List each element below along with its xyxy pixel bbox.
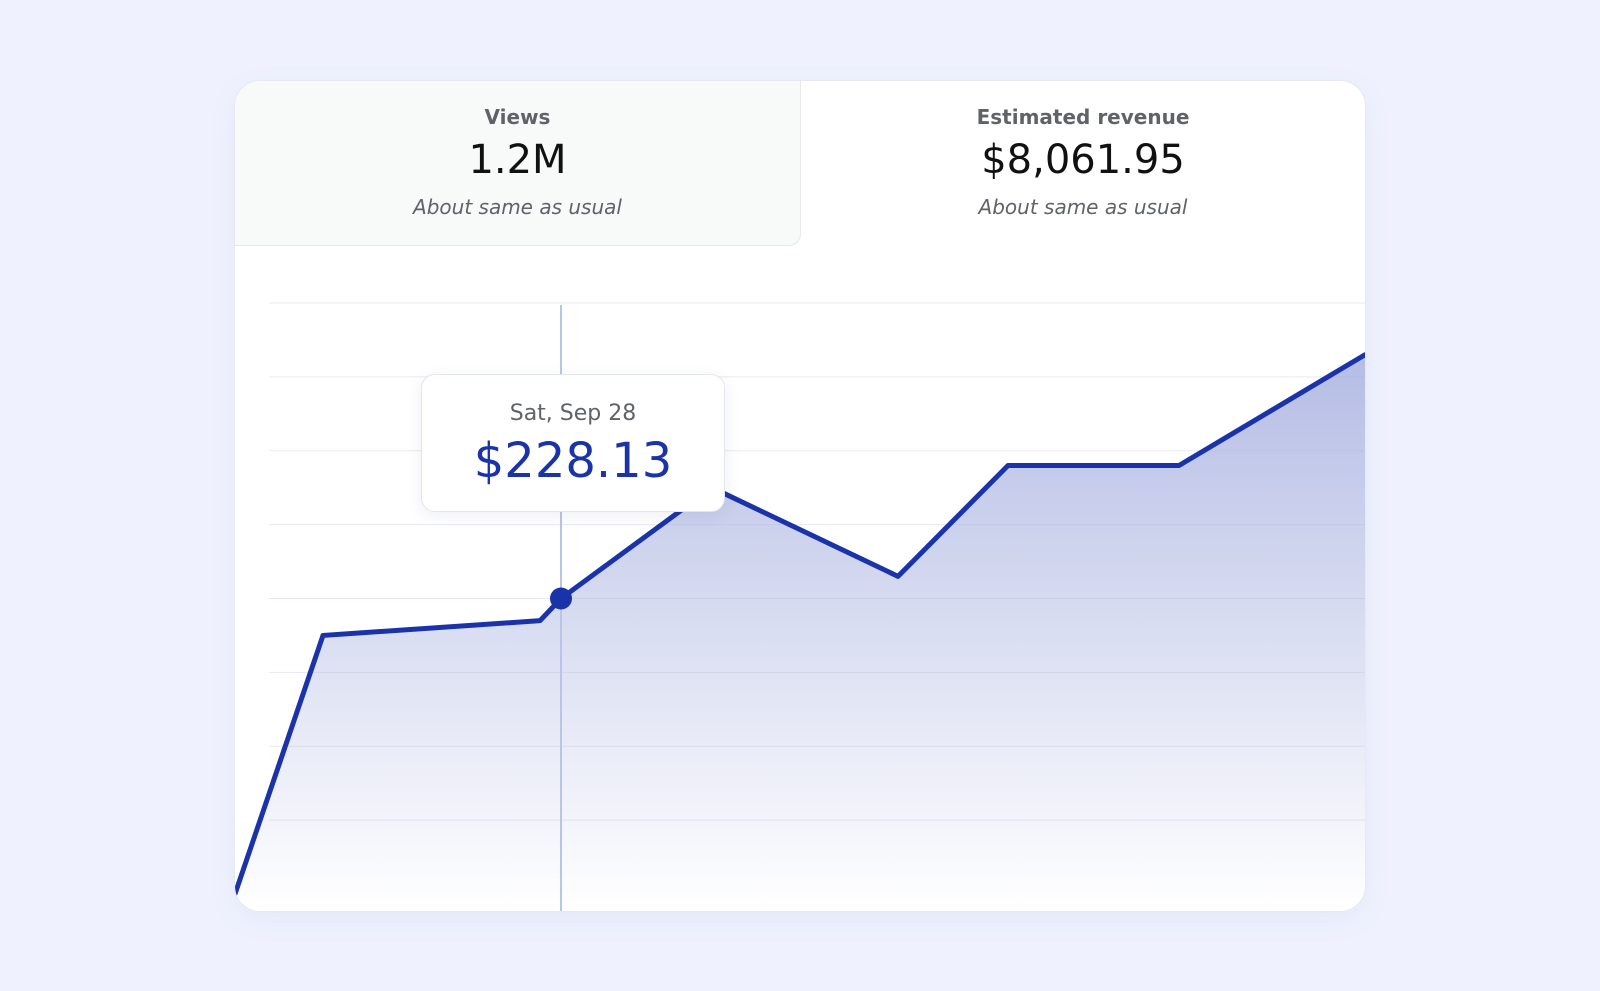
tooltip-date: Sat, Sep 28 [509, 401, 637, 426]
chart-tooltip: Sat, Sep 28 $228.13 [421, 374, 725, 512]
analytics-card: Views 1.2M About same as usual Estimated… [234, 80, 1366, 912]
revenue-line-chart[interactable] [235, 81, 1365, 911]
area-fill [235, 354, 1365, 911]
highlight-point [550, 587, 572, 610]
tooltip-value: $228.13 [473, 433, 673, 489]
